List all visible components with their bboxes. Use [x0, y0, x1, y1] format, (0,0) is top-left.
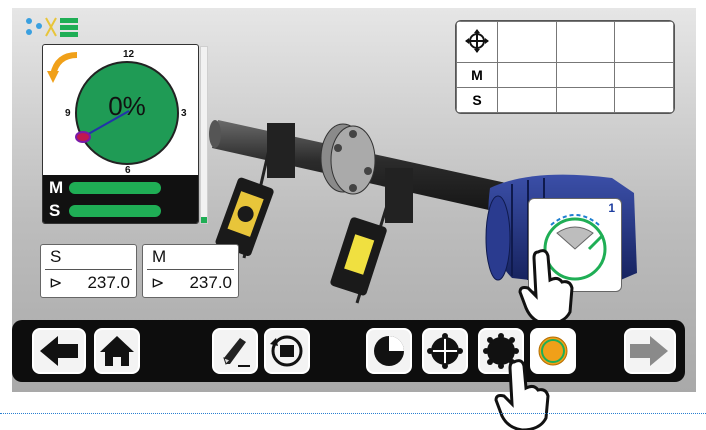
- divider: [45, 269, 132, 270]
- table-cell: [555, 62, 616, 89]
- table-row: M: [456, 62, 674, 89]
- table-row-label: S: [456, 87, 498, 113]
- tap-hand-icon: [494, 359, 550, 430]
- distance-arrow-icon: ⊳: [151, 275, 165, 292]
- table-row-label: M: [456, 62, 498, 89]
- distance-arrow-icon: ⊳: [49, 275, 63, 292]
- sensor-s-label: S: [49, 201, 61, 220]
- machine-rotate-icon: [270, 335, 303, 367]
- machine-rotate-button[interactable]: [264, 328, 310, 374]
- bottom-toolbar: [12, 320, 685, 382]
- table-cell: [614, 87, 674, 113]
- scrollbar[interactable]: [200, 46, 208, 224]
- results-table: M S: [455, 20, 675, 114]
- table-cell: [614, 62, 674, 89]
- table-cell: [614, 21, 674, 64]
- sensor-m-row: M: [43, 177, 198, 199]
- divider: [147, 269, 234, 270]
- position-needle: [75, 110, 130, 143]
- tap-hand-icon: [518, 249, 574, 326]
- forward-arrow-icon: [630, 336, 668, 366]
- sensor-status-bars: M S: [43, 175, 198, 223]
- edit-button[interactable]: [212, 328, 258, 374]
- table-cell: [497, 62, 557, 89]
- page-divider: [0, 413, 706, 414]
- crosshair-icon: [465, 28, 489, 53]
- sensor-s-distance: 237.0: [87, 273, 130, 292]
- scrollbar-thumb[interactable]: [201, 217, 207, 223]
- home-button[interactable]: [94, 328, 140, 374]
- back-button[interactable]: [32, 328, 86, 374]
- clock-method-button[interactable]: [366, 328, 412, 374]
- sensor-s-row: S: [43, 200, 198, 222]
- table-cell: [497, 21, 557, 64]
- pencil-icon: [223, 338, 250, 367]
- coupling-flange: [320, 123, 376, 195]
- sensor-s-signal-bar: [69, 205, 161, 217]
- clock-method-icon: [374, 336, 404, 366]
- sensor-m-label: M: [49, 178, 64, 197]
- sensor-m-name: M: [152, 247, 167, 266]
- sensor-s-name: S: [50, 247, 62, 266]
- sensor-m-distance: 237.0: [189, 273, 232, 292]
- table-cell: [555, 21, 616, 64]
- back-arrow-icon: [40, 336, 78, 366]
- home-icon: [100, 336, 134, 366]
- coverage-gauge-panel: 12 3 6 9 0% M S: [42, 44, 199, 224]
- sensor-s-distance-box[interactable]: S ⊳ 237.0: [40, 244, 137, 298]
- sensor-m-distance-box[interactable]: M ⊳ 237.0: [142, 244, 239, 298]
- table-header-cell: [456, 21, 498, 64]
- table-row: S: [456, 87, 674, 113]
- table-cell: [555, 87, 616, 113]
- forward-button[interactable]: [624, 328, 676, 374]
- multipoint-button[interactable]: [422, 328, 468, 374]
- popup-number: 1: [608, 201, 615, 215]
- sensor-m-signal-bar: [69, 182, 161, 194]
- table-cell: [497, 87, 557, 113]
- multipoint-icon: [427, 333, 463, 369]
- table-row: [456, 21, 674, 64]
